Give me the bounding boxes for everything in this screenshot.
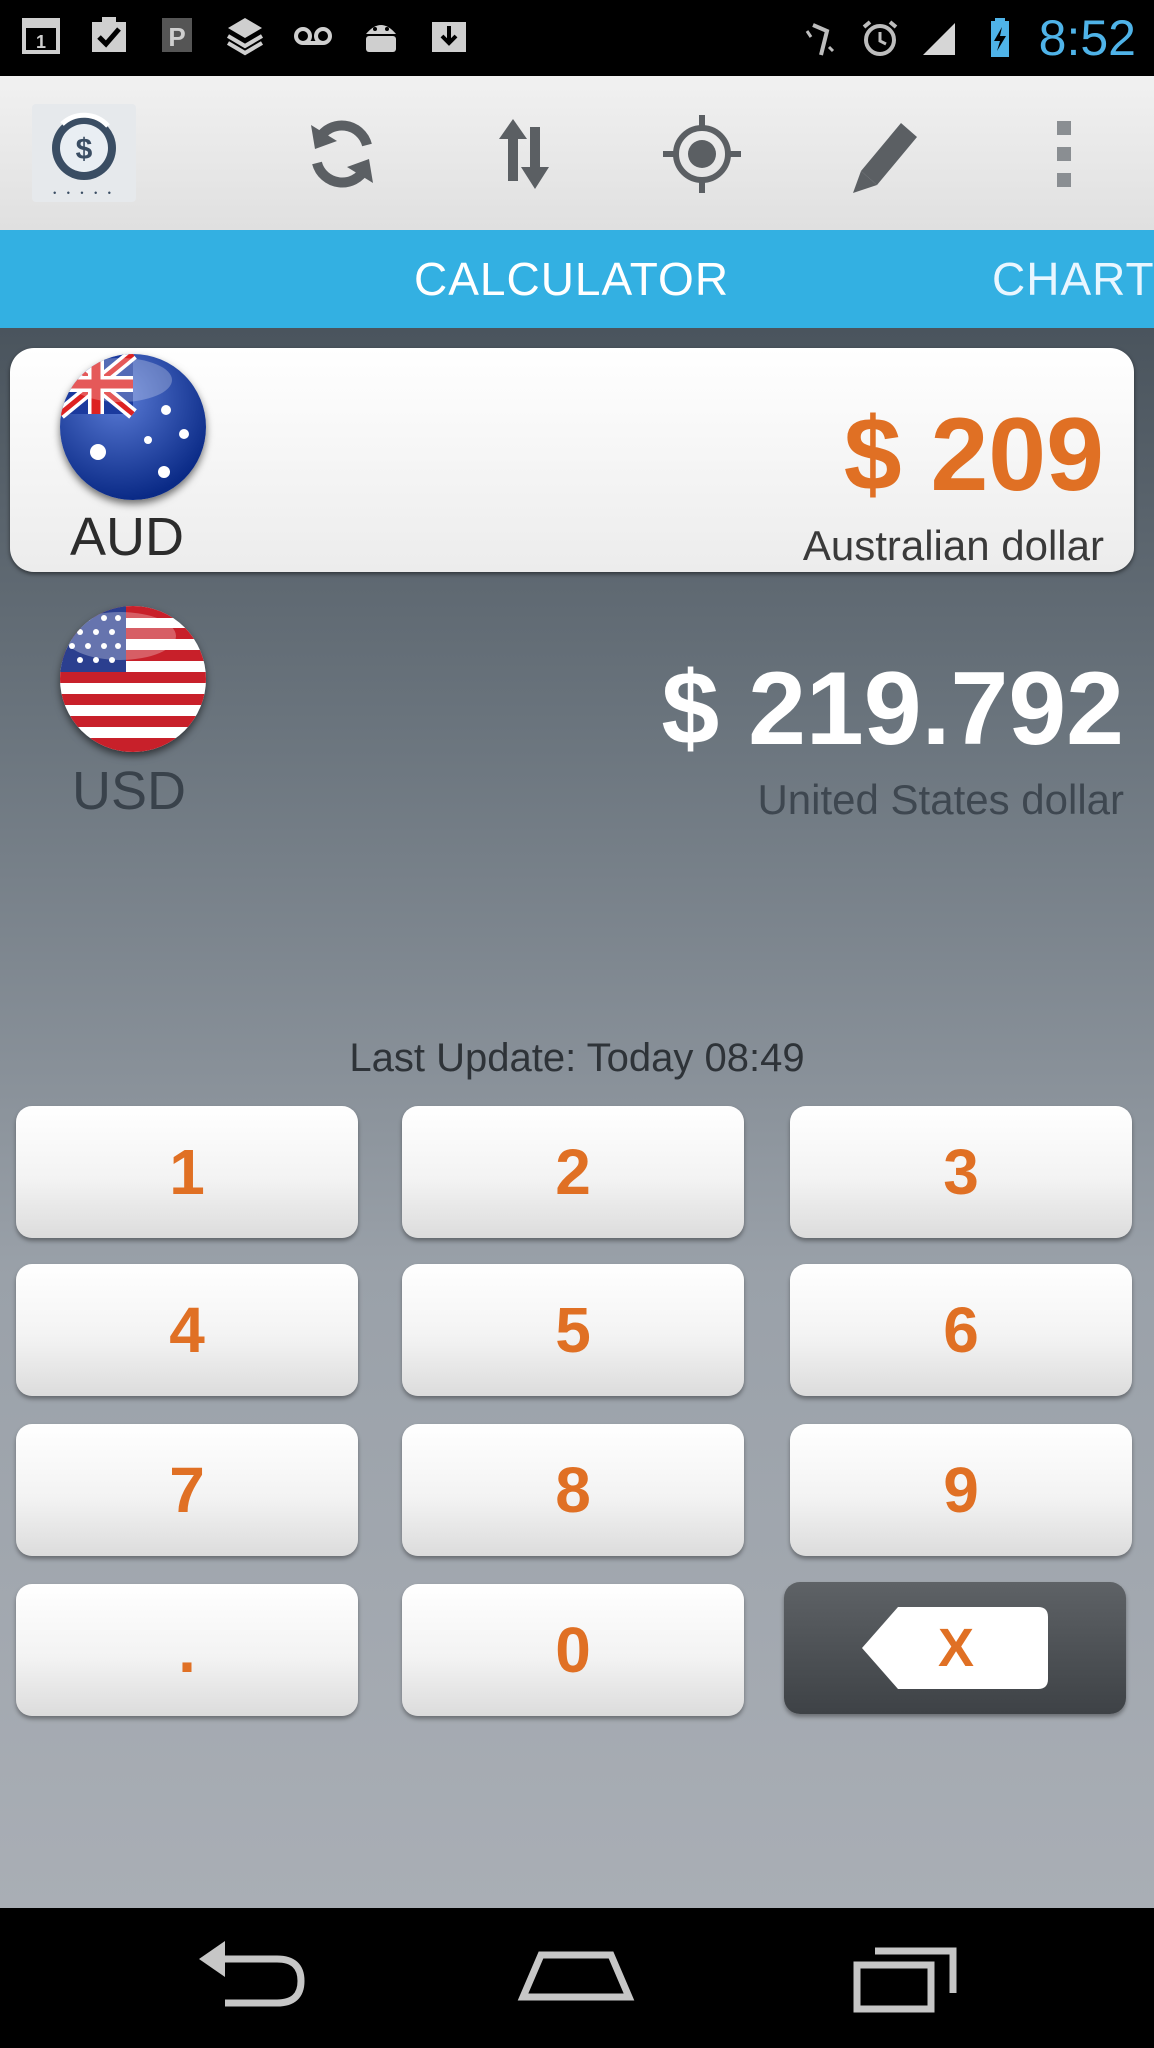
home-icon[interactable]	[506, 1928, 646, 2028]
last-update-label: Last Update: Today 08:49	[349, 1036, 805, 1080]
locate-icon[interactable]	[654, 106, 750, 202]
tab-calculator[interactable]: CALCULATOR	[414, 252, 729, 306]
swap-icon[interactable]	[476, 106, 572, 202]
key-5[interactable]: 5	[402, 1264, 744, 1396]
key-7[interactable]: 7	[16, 1424, 358, 1556]
key-decimal[interactable]: .	[16, 1584, 358, 1716]
to-currency-name: United States dollar	[757, 776, 1124, 823]
download-notification-icon	[428, 14, 470, 56]
from-amount: $ 209	[843, 397, 1104, 513]
back-icon[interactable]	[180, 1928, 320, 2028]
navigation-bar	[0, 1908, 1154, 2048]
key-1[interactable]: 1	[16, 1106, 358, 1238]
vibrate-icon	[799, 17, 841, 59]
key-6[interactable]: 6	[790, 1264, 1132, 1396]
layers-notification-icon	[224, 14, 266, 56]
action-bar: $ • • • • •	[0, 76, 1154, 231]
task-done-notification-icon	[88, 14, 130, 56]
key-4[interactable]: 4	[16, 1264, 358, 1396]
delete-key-label: X	[938, 1618, 975, 1678]
battery-charging-icon	[979, 17, 1021, 59]
from-currency-row[interactable]: AUD $ 209 Australian dollar	[10, 348, 1134, 572]
from-currency-code: AUD	[70, 507, 185, 567]
status-bar: 1 P 8:52	[0, 0, 1154, 76]
alarm-icon	[859, 17, 901, 59]
key-9[interactable]: 9	[790, 1424, 1132, 1556]
backspace-icon: X	[862, 1607, 1048, 1689]
signal-icon	[919, 17, 961, 59]
usa-flag-icon[interactable]	[60, 606, 206, 752]
refresh-icon[interactable]	[294, 106, 390, 202]
calendar-notification-icon: 1	[20, 14, 62, 56]
converter-panel: AUD $ 209 Australian dollar USD $ 219.79…	[0, 328, 1154, 1908]
svg-text:P: P	[168, 22, 185, 52]
key-3[interactable]: 3	[790, 1106, 1132, 1238]
key-2[interactable]: 2	[402, 1106, 744, 1238]
parking-notification-icon: P	[156, 14, 198, 56]
android-debug-icon	[360, 14, 402, 56]
australia-flag-icon[interactable]	[60, 354, 206, 500]
app-logo-icon[interactable]: $ • • • • •	[32, 104, 136, 202]
voicemail-icon	[292, 14, 334, 56]
tab-chart[interactable]: CHART	[992, 252, 1154, 306]
tab-bar: CALCULATOR CHART	[0, 230, 1154, 328]
from-currency-name: Australian dollar	[802, 522, 1104, 569]
svg-text:1: 1	[36, 32, 46, 52]
to-currency-code: USD	[72, 761, 187, 821]
clock: 8:52	[1038, 10, 1136, 66]
overflow-menu-icon[interactable]	[1016, 106, 1112, 202]
to-currency-row[interactable]: USD $ 219.792 United States dollar	[0, 600, 1154, 840]
key-8[interactable]: 8	[402, 1424, 744, 1556]
edit-icon[interactable]	[836, 106, 932, 202]
delete-key[interactable]: X	[784, 1582, 1126, 1714]
svg-text:$: $	[76, 133, 93, 166]
svg-text:• • • • •: • • • • •	[53, 188, 115, 198]
to-amount: $ 219.792	[661, 651, 1124, 767]
key-0[interactable]: 0	[402, 1584, 744, 1716]
recent-apps-icon[interactable]	[836, 1928, 976, 2028]
